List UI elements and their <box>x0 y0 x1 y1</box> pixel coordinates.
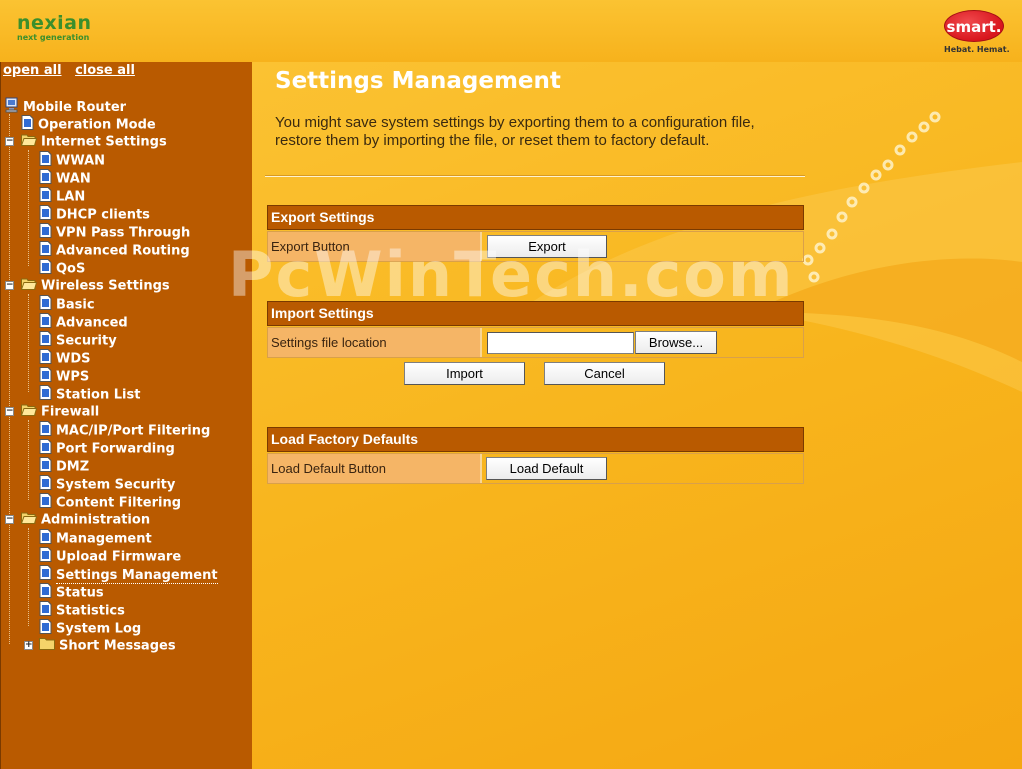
main-content: Settings Management You might save syste… <box>252 62 1022 769</box>
load-default-row: Load Default Button Load Default <box>267 453 804 484</box>
tree-item-status[interactable]: Status <box>39 583 104 601</box>
folder-open-icon <box>20 511 38 530</box>
tree-item-system-log[interactable]: System Log <box>39 619 141 637</box>
tree-item-port-forwarding[interactable]: Port Forwarding <box>39 439 175 457</box>
folder-open-icon <box>20 133 38 152</box>
tree-item-mac-ip-port-filtering[interactable]: MAC/IP/Port Filtering <box>39 421 210 439</box>
smart-logo: smart. Hebat. Hemat. <box>944 10 1010 54</box>
page-description: You might save system settings by export… <box>275 114 755 149</box>
open-all-link[interactable]: open all <box>3 63 62 78</box>
collapse-toggle[interactable]: − <box>5 407 14 416</box>
tree-line <box>28 150 29 266</box>
collapse-toggle[interactable]: − <box>5 515 14 524</box>
folder-open-icon <box>20 403 38 422</box>
import-settings-heading: Import Settings <box>267 301 804 326</box>
tree-controls: open all close all <box>3 63 144 78</box>
nexian-tagline: next generation <box>17 33 90 42</box>
tree-item-wds[interactable]: WDS <box>39 349 91 367</box>
settings-file-input[interactable] <box>487 332 634 354</box>
load-default-button-label: Load Default Button <box>268 454 482 483</box>
tree-line <box>28 294 29 392</box>
tree-item-statistics[interactable]: Statistics <box>39 601 125 619</box>
expand-toggle[interactable]: + <box>24 641 33 650</box>
export-settings-heading: Export Settings <box>267 205 804 230</box>
collapse-toggle[interactable]: − <box>5 137 14 146</box>
page-title: Settings Management <box>275 68 561 94</box>
tree-item-content-filtering[interactable]: Content Filtering <box>39 493 181 511</box>
tree-item-station-list[interactable]: Station List <box>39 385 140 403</box>
tree-item-lan[interactable]: LAN <box>39 187 85 205</box>
cancel-button[interactable]: Cancel <box>544 362 665 385</box>
tree-folder-wireless-settings[interactable]: Wireless Settings <box>20 277 170 296</box>
tree-item-wwan[interactable]: WWAN <box>39 151 105 169</box>
browse-button[interactable]: Browse... <box>635 331 717 354</box>
close-all-link[interactable]: close all <box>75 63 135 78</box>
tree-item-operation-mode[interactable]: Operation Mode <box>21 115 156 133</box>
export-button[interactable]: Export <box>487 235 607 258</box>
smart-slogan: Hebat. Hemat. <box>944 45 1010 54</box>
folder-open-icon <box>20 277 38 296</box>
nexian-logo-text: nexian <box>17 12 92 34</box>
tree-item-basic[interactable]: Basic <box>39 295 95 313</box>
tree-folder-administration[interactable]: Administration <box>20 511 150 530</box>
tree-line <box>28 528 29 626</box>
export-row: Export Button Export <box>267 231 804 262</box>
tree-item-dmz[interactable]: DMZ <box>39 457 89 475</box>
tree-folder-internet-settings[interactable]: Internet Settings <box>20 133 167 152</box>
smart-logo-badge: smart. <box>944 10 1004 42</box>
computer-icon <box>4 97 19 119</box>
tree-item-management[interactable]: Management <box>39 529 152 547</box>
tree-item-settings-management[interactable]: Settings Management <box>39 565 218 584</box>
tree-item-advanced-routing[interactable]: Advanced Routing <box>39 241 190 259</box>
load-default-button[interactable]: Load Default <box>486 457 607 480</box>
tree-item-advanced[interactable]: Advanced <box>39 313 128 331</box>
tree-item-dhcp-clients[interactable]: DHCP clients <box>39 205 150 223</box>
divider <box>265 175 805 177</box>
collapse-toggle[interactable]: − <box>5 281 14 290</box>
tree-item-security[interactable]: Security <box>39 331 117 349</box>
settings-file-location-label: Settings file location <box>268 328 482 357</box>
export-button-label: Export Button <box>268 232 482 261</box>
nexian-logo: nexian next generation <box>17 14 92 42</box>
tree-line <box>28 420 29 500</box>
load-factory-defaults-heading: Load Factory Defaults <box>267 427 804 452</box>
import-row: Settings file location Browse... <box>267 327 804 358</box>
import-button[interactable]: Import <box>404 362 525 385</box>
tree-line <box>9 114 10 644</box>
header-bar: nexian next generation smart. Hebat. Hem… <box>0 0 1022 62</box>
tree-folder-short-messages[interactable]: Short Messages <box>39 637 176 655</box>
tree-item-wps[interactable]: WPS <box>39 367 89 385</box>
tree-item-vpn-pass-through[interactable]: VPN Pass Through <box>39 223 190 241</box>
tree-folder-firewall[interactable]: Firewall <box>20 403 99 422</box>
tree-item-wan[interactable]: WAN <box>39 169 91 187</box>
background-swoosh <box>532 111 1022 392</box>
navigation-sidebar: open all close all Mobile Router Operati… <box>0 62 252 769</box>
tree-item-upload-firmware[interactable]: Upload Firmware <box>39 547 181 565</box>
tree-item-qos[interactable]: QoS <box>39 259 85 277</box>
tree-item-system-security[interactable]: System Security <box>39 475 175 493</box>
tree-root-mobile-router[interactable]: Mobile Router <box>4 97 126 115</box>
folder-closed-icon <box>39 637 55 656</box>
